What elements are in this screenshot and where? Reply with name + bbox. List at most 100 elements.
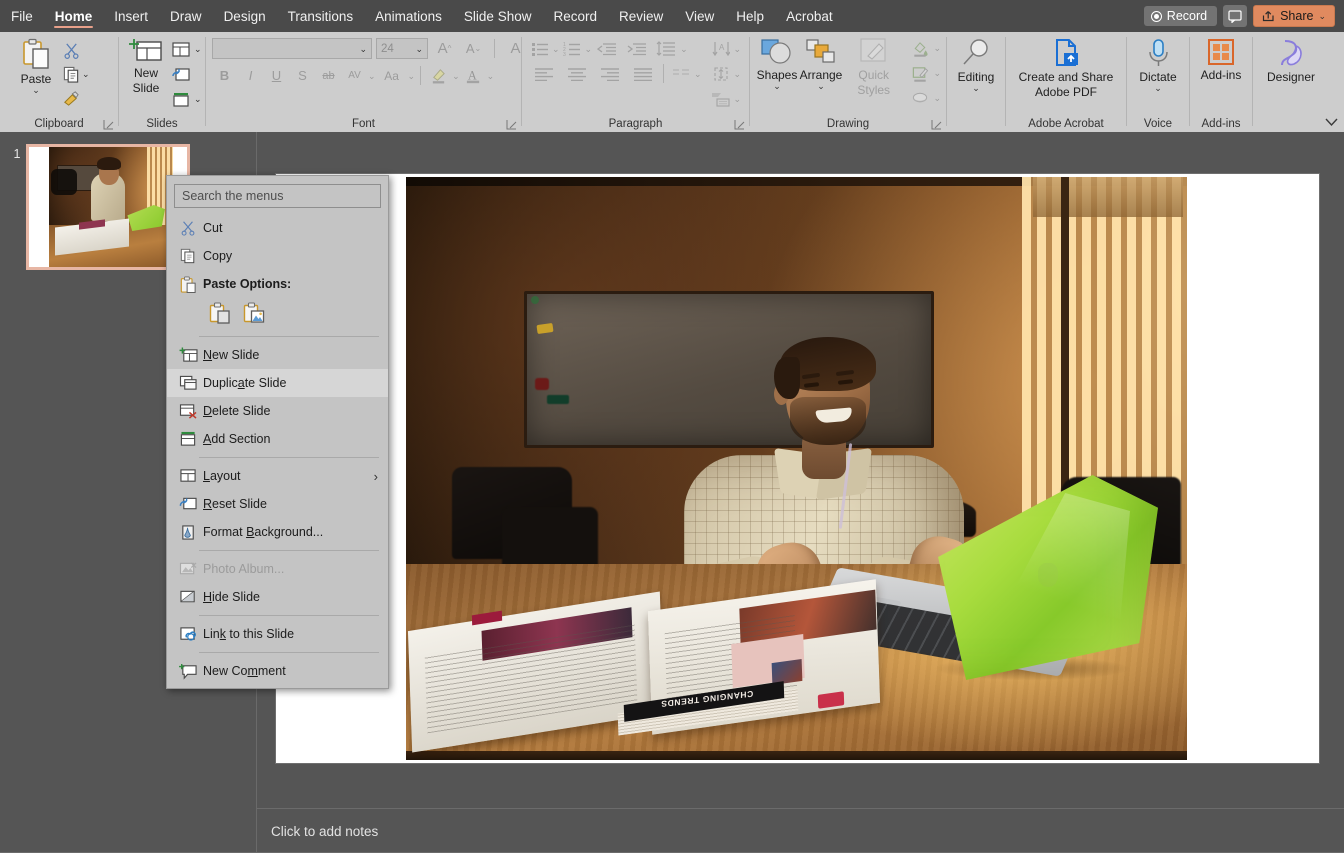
- arrange-button[interactable]: Arrange ⌄: [799, 36, 843, 92]
- numbering-button[interactable]: 1 2 3: [560, 37, 585, 60]
- paste-use-destination-theme-icon[interactable]: [207, 300, 233, 326]
- chevron-down-icon[interactable]: ⌄: [933, 44, 941, 53]
- align-right-button[interactable]: [593, 62, 626, 85]
- slide-context-menu[interactable]: Search the menus Cut Copy Paste Options:…: [166, 175, 389, 689]
- search-menus-input[interactable]: Search the menus: [174, 184, 381, 208]
- tab-record[interactable]: Record: [542, 0, 608, 32]
- character-spacing-button[interactable]: AV: [342, 64, 367, 87]
- comments-button[interactable]: [1223, 5, 1248, 27]
- decrease-font-size-button[interactable]: A ⌄: [461, 37, 486, 60]
- tab-view[interactable]: View: [674, 0, 725, 32]
- notes-pane[interactable]: Click to add notes: [257, 809, 1344, 853]
- chevron-down-icon[interactable]: ⌄: [194, 45, 202, 54]
- designer-button[interactable]: Designer: [1263, 36, 1319, 86]
- slide-edit-area[interactable]: CHANGING TRENDS: [257, 132, 1344, 808]
- tab-slide-show[interactable]: Slide Show: [453, 0, 543, 32]
- chevron-down-icon[interactable]: ⌄: [585, 44, 593, 53]
- context-menu-item-link-to-this-slide[interactable]: Link to this Slide: [167, 620, 388, 648]
- font-size-input[interactable]: 24 ⌄: [376, 38, 428, 59]
- tab-acrobat[interactable]: Acrobat: [775, 0, 844, 32]
- chevron-down-icon[interactable]: ⌄: [680, 44, 688, 53]
- tab-review[interactable]: Review: [608, 0, 674, 32]
- reset-slide-button[interactable]: [168, 62, 194, 86]
- text-highlight-button[interactable]: [426, 64, 451, 87]
- drawing-dialog-launcher[interactable]: [931, 119, 942, 130]
- font-dialog-launcher[interactable]: [506, 119, 517, 130]
- underline-button[interactable]: U: [264, 64, 289, 87]
- chevron-down-icon[interactable]: ⌄: [552, 44, 560, 53]
- italic-button[interactable]: I: [238, 64, 263, 87]
- bold-button[interactable]: B: [212, 64, 237, 87]
- bullets-button[interactable]: [527, 37, 552, 60]
- chevron-down-icon[interactable]: ⌄: [408, 71, 416, 80]
- chevron-down-icon[interactable]: ⌄: [734, 70, 742, 79]
- tab-draw[interactable]: Draw: [159, 0, 213, 32]
- tab-insert[interactable]: Insert: [103, 0, 159, 32]
- tab-home[interactable]: Home: [44, 0, 104, 32]
- paste-picture-icon[interactable]: [241, 300, 267, 326]
- text-direction-button[interactable]: A: [708, 37, 734, 61]
- shape-effects-button[interactable]: [907, 86, 933, 110]
- convert-to-smartart-button[interactable]: [708, 87, 734, 111]
- context-menu-item-add-section[interactable]: Add Section: [167, 425, 388, 453]
- paste-button[interactable]: Paste ⌄: [14, 36, 58, 96]
- context-menu-item-reset-slide[interactable]: Reset Slide: [167, 490, 388, 518]
- align-center-button[interactable]: [560, 62, 593, 85]
- align-left-button[interactable]: [527, 62, 560, 85]
- clipboard-dialog-launcher[interactable]: [103, 119, 114, 130]
- strikethrough-button[interactable]: ab: [316, 64, 341, 87]
- line-spacing-button[interactable]: [652, 37, 680, 60]
- tab-animations[interactable]: Animations: [364, 0, 453, 32]
- context-menu-item-hide-slide[interactable]: Hide Slide: [167, 583, 388, 611]
- text-shadow-button[interactable]: S: [290, 64, 315, 87]
- columns-button[interactable]: [668, 62, 694, 85]
- paragraph-dialog-launcher[interactable]: [734, 119, 745, 130]
- tab-file[interactable]: File: [0, 0, 44, 32]
- collapse-ribbon-icon[interactable]: [1325, 117, 1338, 127]
- add-ins-button[interactable]: Add-ins: [1197, 36, 1246, 84]
- context-menu-item-copy[interactable]: Copy: [167, 242, 388, 270]
- context-menu-item-new-slide[interactable]: New Slide: [167, 341, 388, 369]
- font-name-input[interactable]: ⌄: [212, 38, 372, 59]
- chevron-down-icon[interactable]: ⌄: [734, 95, 742, 104]
- cut-button[interactable]: [58, 38, 84, 62]
- justify-button[interactable]: [626, 62, 659, 85]
- slide-photo[interactable]: CHANGING TRENDS: [406, 177, 1187, 760]
- context-menu-item-delete-slide[interactable]: Delete Slide: [167, 397, 388, 425]
- context-menu-item-layout[interactable]: Layout ›: [167, 462, 388, 490]
- create-share-adobe-pdf-button[interactable]: Create and Share Adobe PDF: [1011, 36, 1121, 102]
- chevron-down-icon[interactable]: ⌄: [933, 94, 941, 103]
- increase-font-size-button[interactable]: A ^: [432, 37, 457, 60]
- context-menu-item-format-background[interactable]: Format Background...: [167, 518, 388, 546]
- tab-design[interactable]: Design: [213, 0, 277, 32]
- add-section-button[interactable]: [168, 87, 194, 111]
- shape-fill-button[interactable]: [907, 36, 933, 60]
- increase-indent-button[interactable]: [622, 37, 652, 60]
- decrease-indent-button[interactable]: [592, 37, 622, 60]
- context-menu-item-cut[interactable]: Cut: [167, 214, 388, 242]
- share-button[interactable]: Share ⌄: [1253, 5, 1335, 27]
- context-menu-item-duplicate-slide[interactable]: Duplicate Slide: [167, 369, 388, 397]
- tab-help[interactable]: Help: [725, 0, 775, 32]
- format-painter-button[interactable]: [58, 86, 84, 110]
- chevron-down-icon[interactable]: ⌄: [82, 70, 90, 79]
- font-color-button[interactable]: A: [461, 64, 486, 87]
- shape-outline-button[interactable]: [907, 61, 933, 85]
- editing-button[interactable]: Editing ⌄: [954, 36, 999, 94]
- quick-styles-button[interactable]: Quick Styles: [843, 36, 904, 100]
- chevron-down-icon[interactable]: ⌄: [694, 69, 702, 78]
- chevron-down-icon[interactable]: ⌄: [487, 71, 495, 80]
- context-menu-item-new-comment[interactable]: New Comment: [167, 657, 388, 685]
- copy-button[interactable]: [58, 62, 84, 86]
- chevron-down-icon[interactable]: ⌄: [734, 45, 742, 54]
- shapes-button[interactable]: Shapes ⌄: [755, 36, 799, 92]
- change-case-button[interactable]: Aa: [377, 64, 407, 87]
- new-slide-button[interactable]: New Slide: [124, 36, 168, 98]
- dictate-button[interactable]: Dictate ⌄: [1135, 36, 1180, 94]
- slide-canvas[interactable]: CHANGING TRENDS: [276, 174, 1319, 763]
- chevron-down-icon[interactable]: ⌄: [194, 95, 202, 104]
- slide-layout-button[interactable]: [168, 37, 194, 61]
- record-button[interactable]: Record: [1143, 6, 1218, 26]
- align-text-button[interactable]: [708, 62, 734, 86]
- chevron-down-icon[interactable]: ⌄: [933, 69, 941, 78]
